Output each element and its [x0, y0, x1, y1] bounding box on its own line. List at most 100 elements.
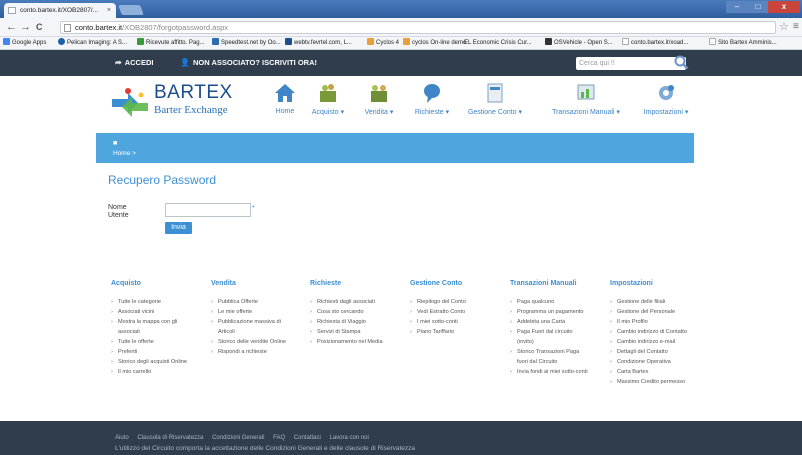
nav-vendita[interactable]: Vendita ▾: [358, 82, 400, 126]
bookmarks-bar: Google Apps Pelican Imaging: A S... Rice…: [0, 37, 802, 50]
reload-icon[interactable]: C: [36, 21, 43, 33]
sitemap-link[interactable]: Programma un pagamento: [510, 307, 610, 317]
bookmark-item[interactable]: webtv.fevrtel.com, L...: [285, 37, 352, 49]
bookmark-item[interactable]: Google Apps: [3, 37, 46, 49]
footer-links: Aiuto Clausola di Riservatezza Condizion…: [115, 435, 376, 441]
sitemap-link[interactable]: Il mio carrello: [111, 367, 211, 377]
sitemap-link[interactable]: Il mio Profilo: [610, 317, 710, 327]
sitemap-link[interactable]: Riepilogo del Conto: [410, 297, 510, 307]
browser-toolbar: ← → C conto.bartex.it/XOB2807/forgotpass…: [0, 18, 802, 37]
username-input[interactable]: [165, 203, 251, 217]
sitemap-link[interactable]: Servizi di Stampa: [310, 327, 410, 337]
sitemap-link[interactable]: Storico Transazioni Paga: [510, 347, 610, 357]
bookmark-item[interactable]: conto.bartex.it/xoad...: [622, 37, 688, 49]
bookmark-star-icon[interactable]: ☆: [779, 20, 789, 33]
page-favicon-icon: [8, 7, 16, 14]
sitemap-heading[interactable]: Gestione Conto: [410, 280, 510, 287]
bookmark-item[interactable]: Sito Bartex Amminis...: [709, 37, 777, 49]
sitemap-link[interactable]: Cosa sto cercando: [310, 307, 410, 317]
bartex-logo-icon[interactable]: [108, 85, 152, 125]
sitemap-link[interactable]: Pubblica Offerte: [211, 297, 311, 307]
sitemap-link[interactable]: Storico delle vendite Online: [211, 337, 311, 347]
sitemap-heading[interactable]: Transazioni Manuali: [510, 280, 610, 287]
new-tab-button[interactable]: [118, 5, 144, 15]
search-icon[interactable]: [673, 54, 689, 70]
nav-transazioni-manuali[interactable]: Transazioni Manuali ▾: [546, 82, 626, 126]
sitemap-link-continued[interactable]: (invito): [510, 337, 610, 347]
bookmark-item[interactable]: cyclos On-line demo: [403, 37, 466, 49]
sitemap-link[interactable]: Posizionamento nel Media: [310, 337, 410, 347]
sitemap-heading[interactable]: Vendita: [211, 280, 311, 287]
home-icon[interactable]: ■: [113, 140, 117, 147]
nav-gestione-conto[interactable]: Gestione Conto ▾: [464, 82, 526, 126]
sitemap-link[interactable]: Invia fondi ai miei sotto-conti: [510, 367, 610, 377]
page-icon: [709, 38, 716, 45]
bookmark-item[interactable]: Ricevute affitto. Pag...: [137, 37, 205, 49]
sitemap-link[interactable]: Dettagli del Contatto: [610, 347, 710, 357]
sitemap-link[interactable]: Cambio indirizzo di Contatto: [610, 327, 710, 337]
sitemap-heading[interactable]: Richieste: [310, 280, 410, 287]
footer-link-faq[interactable]: FAQ: [273, 435, 285, 441]
browser-menu-icon[interactable]: ≡: [793, 21, 799, 32]
sitemap-link[interactable]: Vedi Estratto Conto: [410, 307, 510, 317]
sitemap-link[interactable]: Condizione Operativa: [610, 357, 710, 367]
user-icon: 👤: [180, 58, 190, 67]
nav-acquisto[interactable]: Acquisto ▾: [305, 82, 351, 126]
sitemap-link[interactable]: Gestione delle filiali: [610, 297, 710, 307]
footer-link-contact[interactable]: Contattaci: [294, 435, 321, 441]
breadcrumb-home-link[interactable]: Home >: [113, 150, 136, 157]
submit-button[interactable]: Invia: [165, 222, 192, 234]
sitemap-link[interactable]: Associati vicini: [111, 307, 211, 317]
forward-arrow-icon[interactable]: →: [20, 21, 31, 33]
footer-link-careers[interactable]: Lavora con noi: [329, 435, 368, 441]
sitemap-link[interactable]: Storico degli acquisti Online: [111, 357, 211, 367]
close-tab-icon[interactable]: ×: [107, 3, 111, 18]
bookmark-item[interactable]: Speedtest.net by Oo...: [212, 37, 281, 49]
close-window-button[interactable]: x: [768, 1, 800, 13]
sitemap-link[interactable]: Piano Tariffario: [410, 327, 510, 337]
nav-impostazioni[interactable]: Impostazioni ▾: [638, 82, 694, 126]
bookmark-item[interactable]: Pelican Imaging: A S...: [58, 37, 127, 49]
sitemap-link-continued[interactable]: associati: [111, 327, 211, 337]
browser-tab[interactable]: conto.bartex.it/XOB2807/... ×: [4, 3, 116, 18]
bookmark-item[interactable]: OSVehicle - Open S...: [545, 37, 613, 49]
search-input[interactable]: Cerca qui !!: [576, 54, 689, 70]
footer-link-aiuto[interactable]: Aiuto: [115, 435, 129, 441]
sitemap-column-impostazioni: Impostazioni Gestione delle filiali Gest…: [610, 280, 710, 387]
sitemap-link[interactable]: Paga qualcuno: [510, 297, 610, 307]
sitemap-link[interactable]: Pubblicazione massiva di: [211, 317, 311, 327]
sitemap-heading[interactable]: Acquisto: [111, 280, 211, 287]
sitemap-heading[interactable]: Impostazioni: [610, 280, 710, 287]
sitemap-link[interactable]: Cambio indirizzo e-mail: [610, 337, 710, 347]
login-link[interactable]: ➦ ACCEDI: [115, 50, 153, 76]
footer-link-conditions[interactable]: Condizioni Generali: [212, 435, 264, 441]
sitemap-link[interactable]: Tutte le categorie: [111, 297, 211, 307]
minimize-button[interactable]: –: [726, 1, 748, 13]
sitemap-link[interactable]: Tutte le offerte: [111, 337, 211, 347]
nav-richieste[interactable]: Richieste ▾: [410, 82, 454, 126]
settings-icon: [659, 85, 674, 100]
sitemap-link[interactable]: Rispondi a richieste: [211, 347, 311, 357]
maximize-button[interactable]: □: [748, 1, 768, 13]
sitemap-link[interactable]: Massimo Credito permesso: [610, 377, 710, 387]
sitemap-link-continued[interactable]: Articoli: [211, 327, 311, 337]
sitemap-link[interactable]: Le mie offerte: [211, 307, 311, 317]
register-link[interactable]: 👤 NON ASSOCIATO? ISCRIVITI ORA!: [180, 50, 317, 76]
back-arrow-icon[interactable]: ←: [6, 21, 17, 33]
sitemap-link-continued[interactable]: fuori dal Circuito: [510, 357, 610, 367]
sitemap-link[interactable]: Addebita una Carta: [510, 317, 610, 327]
sitemap-link[interactable]: Paga Fuori dal circuito: [510, 327, 610, 337]
sitemap-link[interactable]: Mostra la mappa con gli: [111, 317, 211, 327]
bookmark-item[interactable]: Cyclos 4: [367, 37, 399, 49]
address-bar[interactable]: conto.bartex.it/XOB2807/forgotpassword.a…: [60, 21, 776, 34]
sitemap-link[interactable]: Gestione del Personale: [610, 307, 710, 317]
sitemap-link[interactable]: Richiesti dagli associati: [310, 297, 410, 307]
bookmark-item[interactable]: EL Economic Crisis Cur...: [464, 37, 532, 49]
sitemap-link[interactable]: Carta Bartex: [610, 367, 710, 377]
sitemap-link[interactable]: Richiesta di Viaggio: [310, 317, 410, 327]
folder-icon: [367, 38, 374, 45]
sitemap-link[interactable]: I miei sotto-conti: [410, 317, 510, 327]
sitemap-link[interactable]: Preferiti: [111, 347, 211, 357]
footer-link-privacy[interactable]: Clausola di Riservatezza: [137, 435, 203, 441]
nav-home[interactable]: Home: [268, 82, 302, 126]
